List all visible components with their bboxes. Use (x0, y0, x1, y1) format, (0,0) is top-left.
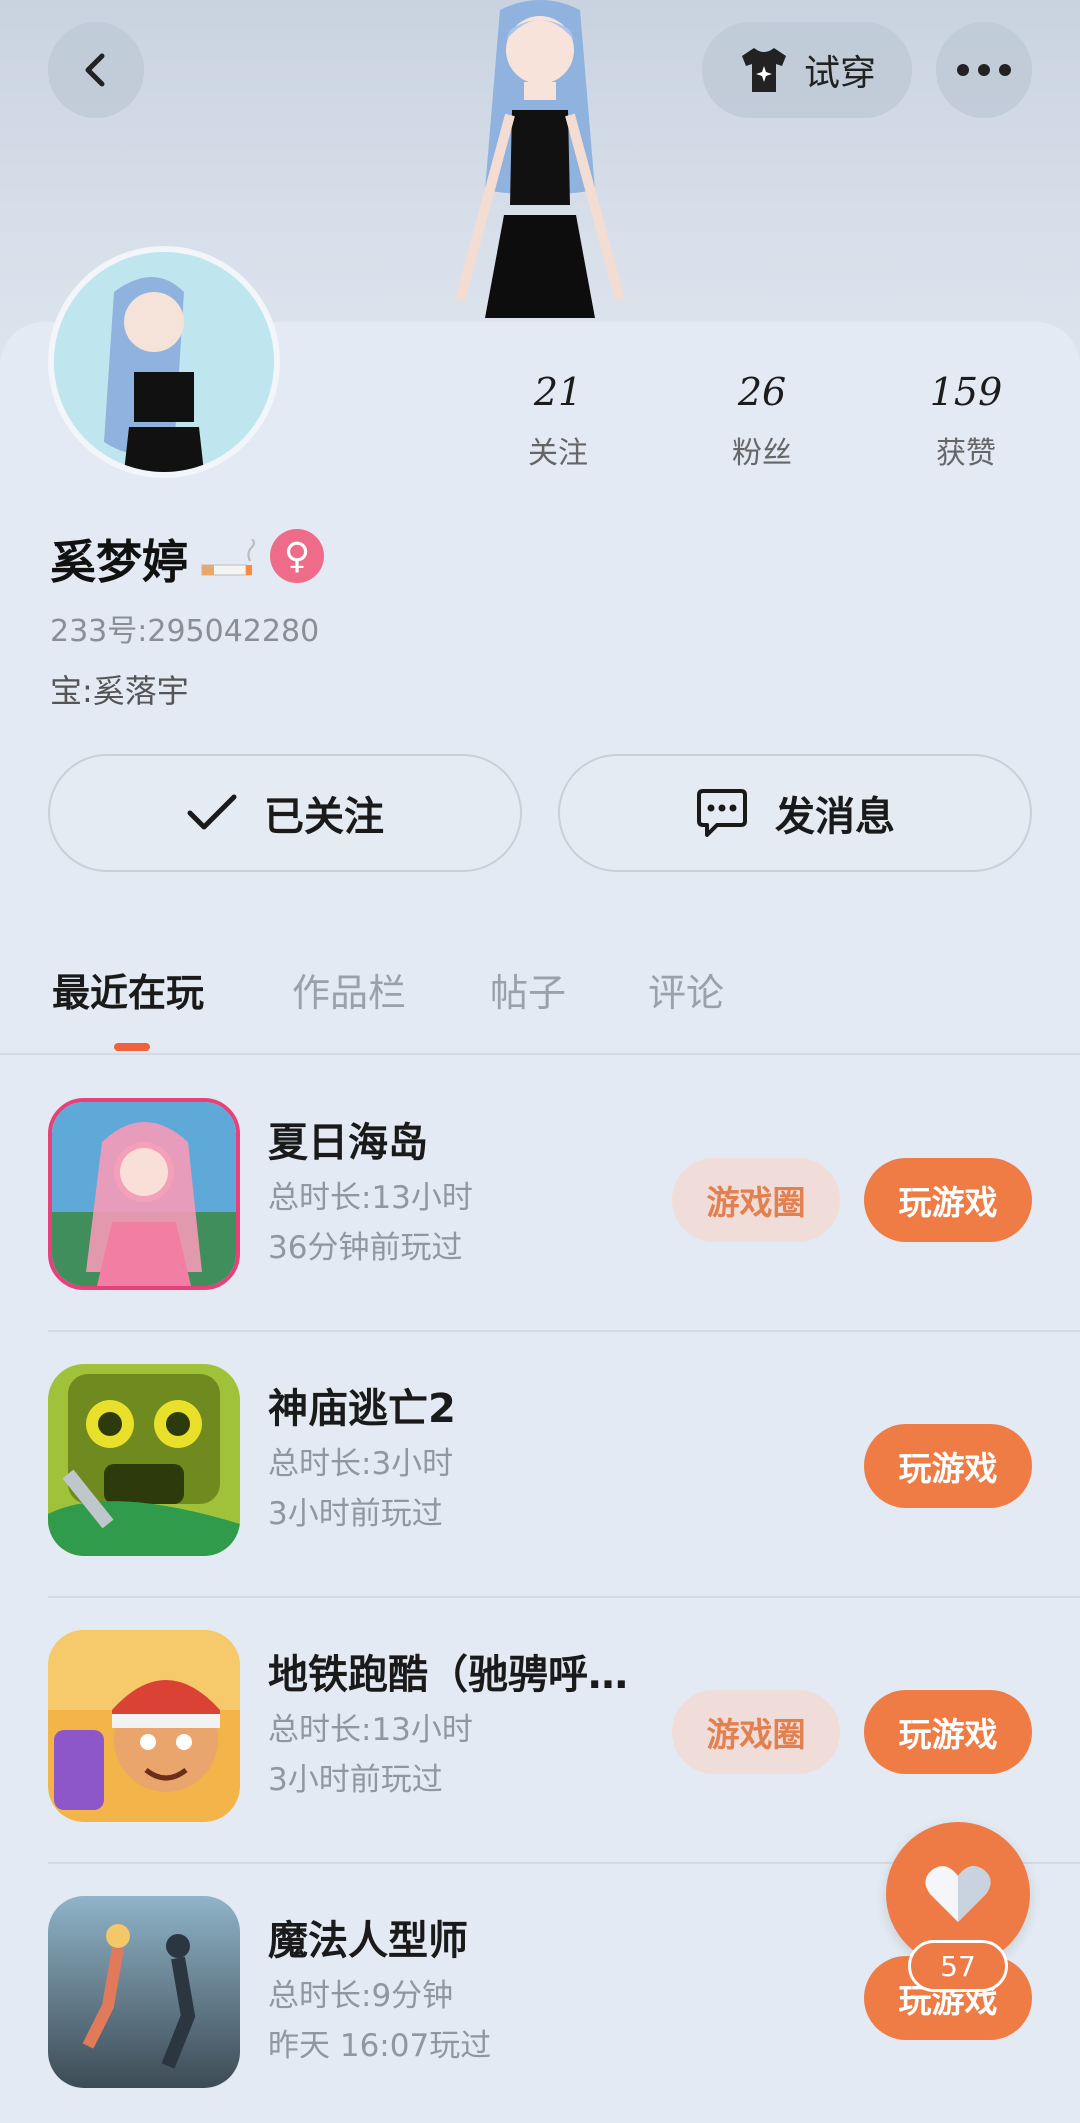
chevron-left-icon (85, 53, 105, 87)
game-title: 魔法人型师 (268, 1918, 468, 1964)
stat-followers[interactable]: 26 粉丝 (692, 370, 832, 472)
game-icon-magic-puppeteer (48, 1896, 240, 2088)
tab-recently-played[interactable]: 最近在玩 (52, 962, 204, 1017)
stat-label: 获赞 (936, 436, 996, 471)
try-on-button[interactable]: 试穿 (702, 22, 912, 118)
avatar-image (54, 252, 274, 472)
game-circle-button[interactable]: 游戏圈 (672, 1690, 840, 1774)
game-total-time: 总时长:3小时 (268, 1446, 454, 1482)
stat-value: 21 (533, 370, 583, 414)
game-icon-art (52, 1102, 236, 1286)
following-label: 已关注 (264, 794, 384, 840)
game-icon-art (48, 1896, 240, 2088)
game-last-played: 昨天 16:07玩过 (268, 2028, 492, 2064)
game-total-time: 总时长:13小时 (268, 1180, 473, 1216)
tab-indicator (114, 1043, 150, 1051)
cigarette-icon (201, 539, 255, 576)
tab-comments[interactable]: 评论 (648, 962, 724, 1017)
play-game-button[interactable]: 玩游戏 (864, 1690, 1032, 1774)
more-button[interactable] (936, 22, 1032, 118)
avatar[interactable] (48, 246, 280, 478)
heart-icon (925, 1866, 991, 1922)
game-last-played: 36分钟前玩过 (268, 1230, 463, 1266)
game-total-time: 总时长:9分钟 (268, 1978, 454, 2014)
game-row-temple-run-2[interactable]: 神庙逃亡2 总时长:3小时 3小时前玩过 玩游戏 (0, 1332, 1080, 1598)
following-button[interactable]: 已关注 (48, 754, 522, 872)
game-icon-art (48, 1630, 240, 1822)
play-game-button[interactable]: 玩游戏 (864, 1158, 1032, 1242)
stat-following[interactable]: 21 关注 (488, 370, 628, 472)
game-row-summer-island[interactable]: 夏日海岛 总时长:13小时 36分钟前玩过 游戏圈 玩游戏 (0, 1066, 1080, 1332)
stat-value: 159 (929, 370, 1003, 414)
game-row-subway-surfers[interactable]: 地铁跑酷（驰骋呼… 总时长:13小时 3小时前玩过 游戏圈 玩游戏 (0, 1598, 1080, 1864)
gender-female-icon: ♀ (270, 529, 324, 583)
username-text: 奚梦婷 (50, 535, 188, 589)
ellipsis-icon (957, 64, 1011, 76)
stat-likes[interactable]: 159 获赞 (896, 370, 1036, 472)
message-label: 发消息 (775, 794, 895, 840)
shirt-sparkle-icon (741, 48, 786, 92)
stat-label: 关注 (528, 436, 588, 471)
game-icon-art (48, 1364, 240, 1556)
avatar-3d-figure (455, 0, 625, 318)
message-button[interactable]: 发消息 (558, 754, 1032, 872)
tab-posts[interactable]: 帖子 (490, 962, 566, 1017)
chat-bubble-icon (697, 789, 747, 837)
game-icon-subway-surfers (48, 1630, 240, 1822)
like-count: 57 (908, 1940, 1008, 1992)
game-title: 地铁跑酷（驰骋呼… (268, 1652, 628, 1698)
game-title: 神庙逃亡2 (268, 1386, 456, 1432)
game-icon-temple-run-2 (48, 1364, 240, 1556)
back-button[interactable] (48, 22, 144, 118)
game-circle-button[interactable]: 游戏圈 (672, 1158, 840, 1242)
username: 奚梦婷 (50, 526, 256, 592)
tab-works[interactable]: 作品栏 (292, 962, 406, 1017)
tab-divider (0, 1053, 1080, 1055)
game-last-played: 3小时前玩过 (268, 1496, 443, 1532)
game-total-time: 总时长:13小时 (268, 1712, 473, 1748)
play-game-button[interactable]: 玩游戏 (864, 1424, 1032, 1508)
check-icon (187, 794, 237, 830)
game-last-played: 3小时前玩过 (268, 1762, 443, 1798)
user-id: 233号:295042280 (50, 614, 320, 649)
user-bao: 宝:奚落宇 (50, 672, 189, 710)
stat-label: 粉丝 (732, 436, 792, 471)
game-title: 夏日海岛 (268, 1120, 428, 1166)
game-icon-summer-island (48, 1098, 240, 1290)
try-on-label: 试穿 (803, 53, 876, 94)
stat-value: 26 (737, 370, 787, 414)
